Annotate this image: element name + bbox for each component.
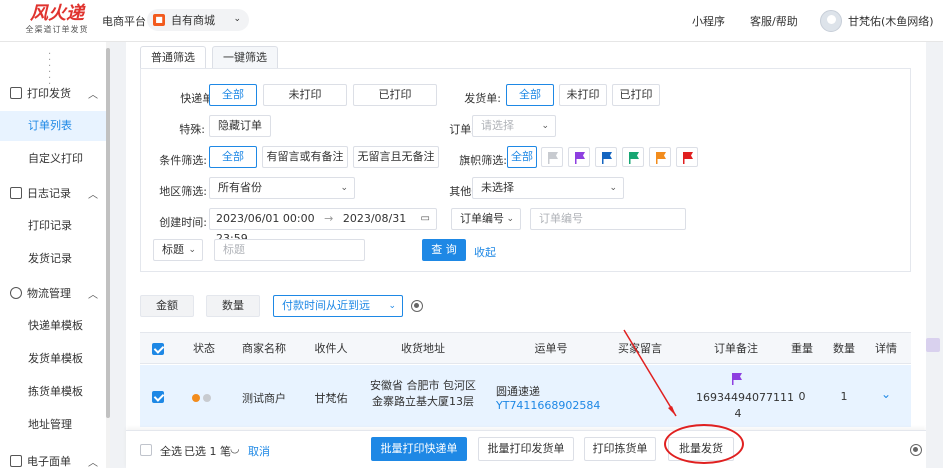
annotation-arrow-head bbox=[668, 406, 676, 416]
side-widget-icon[interactable] bbox=[926, 338, 940, 352]
annotation-overlay bbox=[623, 329, 677, 417]
right-gutter bbox=[926, 42, 943, 468]
annotation-oval bbox=[664, 424, 744, 464]
annotation-arrow-line bbox=[623, 329, 677, 417]
